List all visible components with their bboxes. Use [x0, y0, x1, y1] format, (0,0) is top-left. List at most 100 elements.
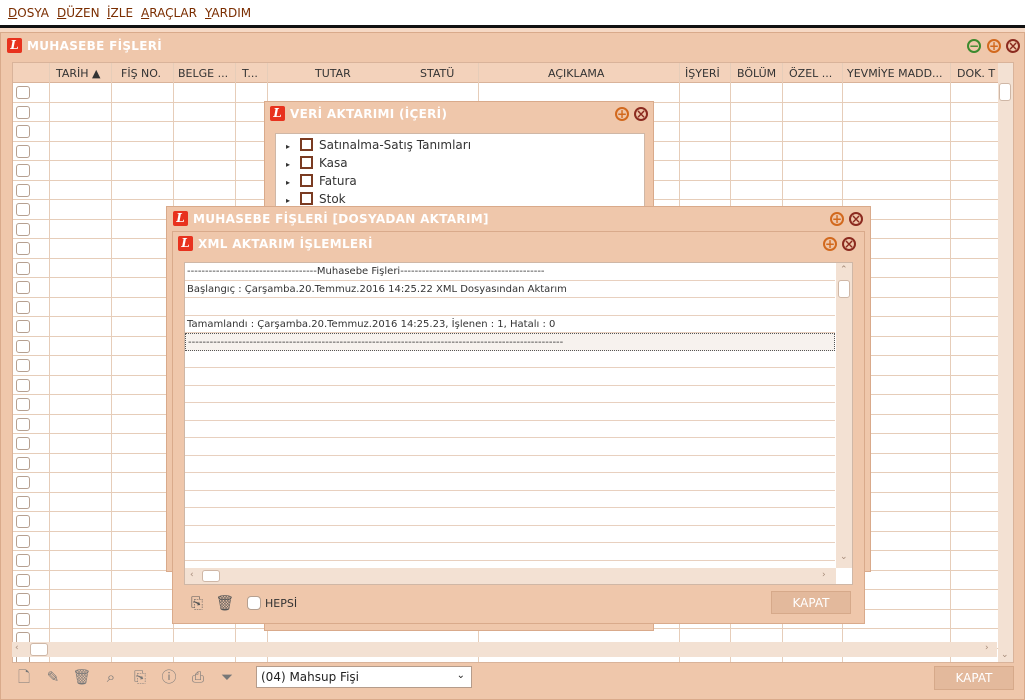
- row-checkbox[interactable]: [16, 612, 30, 626]
- filter-icon[interactable]: ⏷: [217, 667, 237, 687]
- row-checkbox[interactable]: [16, 456, 30, 470]
- menu-yardim[interactable]: YARDIM: [205, 6, 251, 20]
- log-vscroll-thumb[interactable]: [838, 280, 850, 298]
- row-checkbox[interactable]: [16, 378, 30, 392]
- row-checkbox[interactable]: [16, 164, 30, 177]
- row-checkbox[interactable]: [16, 476, 30, 489]
- row-checkbox[interactable]: [16, 437, 30, 450]
- col-tarih[interactable]: TARİH ▲: [56, 67, 101, 80]
- row-checkbox[interactable]: [16, 183, 30, 197]
- col-tutar[interactable]: TUTAR: [315, 67, 351, 80]
- log-line: [185, 421, 835, 438]
- log-line: [185, 351, 835, 368]
- log-line: [185, 491, 835, 508]
- vscroll-thumb[interactable]: [999, 83, 1011, 101]
- log-line: Tamamlandı : Çarşamba.20.Temmuz.2016 14:…: [185, 316, 835, 333]
- row-checkbox[interactable]: [16, 554, 30, 567]
- row-checkbox[interactable]: [16, 144, 30, 158]
- dosyadan-window-title: MUHASEBE FİŞLERİ [DOSYADAN AKTARIM]: [193, 212, 489, 226]
- print-icon[interactable]: ⎙: [188, 667, 208, 687]
- col-t[interactable]: T...: [242, 67, 258, 80]
- hscroll-thumb[interactable]: [30, 643, 48, 656]
- tree-item[interactable]: ▸ Kasa: [286, 156, 348, 170]
- edit-icon[interactable]: ✎: [43, 667, 63, 687]
- row-checkbox[interactable]: [16, 359, 30, 372]
- copy-icon[interactable]: ⎘: [130, 667, 150, 687]
- row-checkbox[interactable]: [16, 261, 30, 275]
- log-hscroll[interactable]: ‹ ›: [185, 568, 836, 584]
- info-icon[interactable]: ⓘ: [159, 667, 179, 687]
- xml-aktarim-window: L XML AKTARIM İŞLEMLERİ + × ------------…: [172, 231, 865, 624]
- menu-bar: DOSYA DÜZEN İZLE ARAÇLAR YARDIM: [0, 0, 1025, 28]
- minimize-icon[interactable]: −: [967, 39, 981, 53]
- main-close-button[interactable]: KAPAT: [934, 666, 1014, 690]
- row-checkbox[interactable]: [16, 593, 30, 606]
- close-icon[interactable]: ×: [634, 107, 648, 121]
- maximize-icon[interactable]: +: [823, 237, 837, 251]
- xml-close-button[interactable]: KAPAT: [771, 591, 851, 614]
- row-checkbox[interactable]: [16, 534, 30, 548]
- col-fis-no[interactable]: FİŞ NO.: [121, 67, 161, 80]
- menu-araclar[interactable]: ARAÇLAR: [141, 6, 197, 20]
- table-row[interactable]: [13, 83, 998, 103]
- new-document-icon[interactable]: 🗋: [14, 667, 34, 687]
- row-checkbox[interactable]: [16, 320, 30, 333]
- logo-icon: L: [270, 106, 285, 121]
- log-line: [185, 298, 835, 316]
- log-vscroll[interactable]: ⌃ ⌄: [836, 263, 852, 568]
- fis-type-select[interactable]: (04) Mahsup Fişi ⌄: [256, 666, 472, 688]
- hepsi-checkbox[interactable]: [247, 596, 261, 610]
- row-checkbox[interactable]: [16, 281, 30, 294]
- log-line: Başlangıç : Çarşamba.20.Temmuz.2016 14:2…: [185, 281, 835, 298]
- col-dok[interactable]: DOK. T: [957, 67, 995, 80]
- col-aciklama[interactable]: AÇIKLAMA: [548, 67, 604, 80]
- row-checkbox[interactable]: [16, 203, 30, 216]
- row-checkbox[interactable]: [16, 417, 30, 431]
- xml-log-panel[interactable]: ------------------------------------Muha…: [184, 262, 853, 585]
- tree-item[interactable]: ▸ Fatura: [286, 174, 357, 188]
- delete-icon[interactable]: 🗑: [72, 667, 92, 687]
- xml-window-title: XML AKTARIM İŞLEMLERİ: [198, 237, 373, 251]
- row-checkbox[interactable]: [16, 339, 30, 353]
- close-icon[interactable]: ×: [849, 212, 863, 226]
- menu-duzen[interactable]: DÜZEN: [57, 6, 100, 20]
- col-bolum[interactable]: BÖLÜM: [737, 67, 776, 80]
- col-statu[interactable]: STATÜ: [420, 67, 454, 80]
- row-checkbox[interactable]: [16, 398, 30, 411]
- log-line: ----------------------------------------…: [185, 333, 835, 351]
- veri-window-title: VERİ AKTARIMI (İÇERİ): [290, 107, 448, 121]
- row-checkbox[interactable]: [16, 125, 30, 138]
- col-isyeri[interactable]: İŞYERİ: [685, 67, 720, 80]
- copy-icon[interactable]: ⎘: [187, 593, 207, 613]
- row-checkbox[interactable]: [16, 86, 30, 99]
- delete-icon[interactable]: 🗑: [215, 593, 235, 613]
- close-icon[interactable]: ×: [842, 237, 856, 251]
- col-yevmiye[interactable]: YEVMİYE MADD...: [847, 67, 943, 80]
- maximize-icon[interactable]: +: [987, 39, 1001, 53]
- row-checkbox[interactable]: [16, 222, 30, 236]
- tree-item[interactable]: ▸ Satınalma-Satış Tanımları: [286, 138, 471, 152]
- close-icon[interactable]: ×: [1006, 39, 1020, 53]
- chevron-down-icon: ⌄: [456, 670, 465, 681]
- log-line: [185, 456, 835, 473]
- row-checkbox[interactable]: [16, 573, 30, 587]
- maximize-icon[interactable]: +: [830, 212, 844, 226]
- row-checkbox[interactable]: [16, 300, 30, 314]
- col-belge[interactable]: BELGE ...: [178, 67, 228, 80]
- menu-dosya[interactable]: DOSYA: [8, 6, 49, 20]
- log-hscroll-thumb[interactable]: [202, 570, 220, 582]
- row-checkbox[interactable]: [16, 495, 30, 509]
- grid-hscroll[interactable]: ‹ ›: [12, 642, 997, 657]
- row-checkbox[interactable]: [16, 515, 30, 528]
- menu-izle[interactable]: İZLE: [107, 6, 133, 20]
- grid-vscroll[interactable]: ⌄: [998, 63, 1013, 662]
- fis-type-value: (04) Mahsup Fişi: [261, 670, 359, 684]
- preview-icon[interactable]: ⌕: [101, 667, 121, 687]
- row-checkbox[interactable]: [16, 105, 30, 119]
- log-line: [185, 438, 835, 456]
- tree-item[interactable]: ▸ Stok: [286, 192, 346, 206]
- maximize-icon[interactable]: +: [615, 107, 629, 121]
- col-ozel[interactable]: ÖZEL ...: [789, 67, 832, 80]
- row-checkbox[interactable]: [16, 242, 30, 255]
- main-window-title: MUHASEBE FİŞLERİ: [27, 39, 163, 53]
